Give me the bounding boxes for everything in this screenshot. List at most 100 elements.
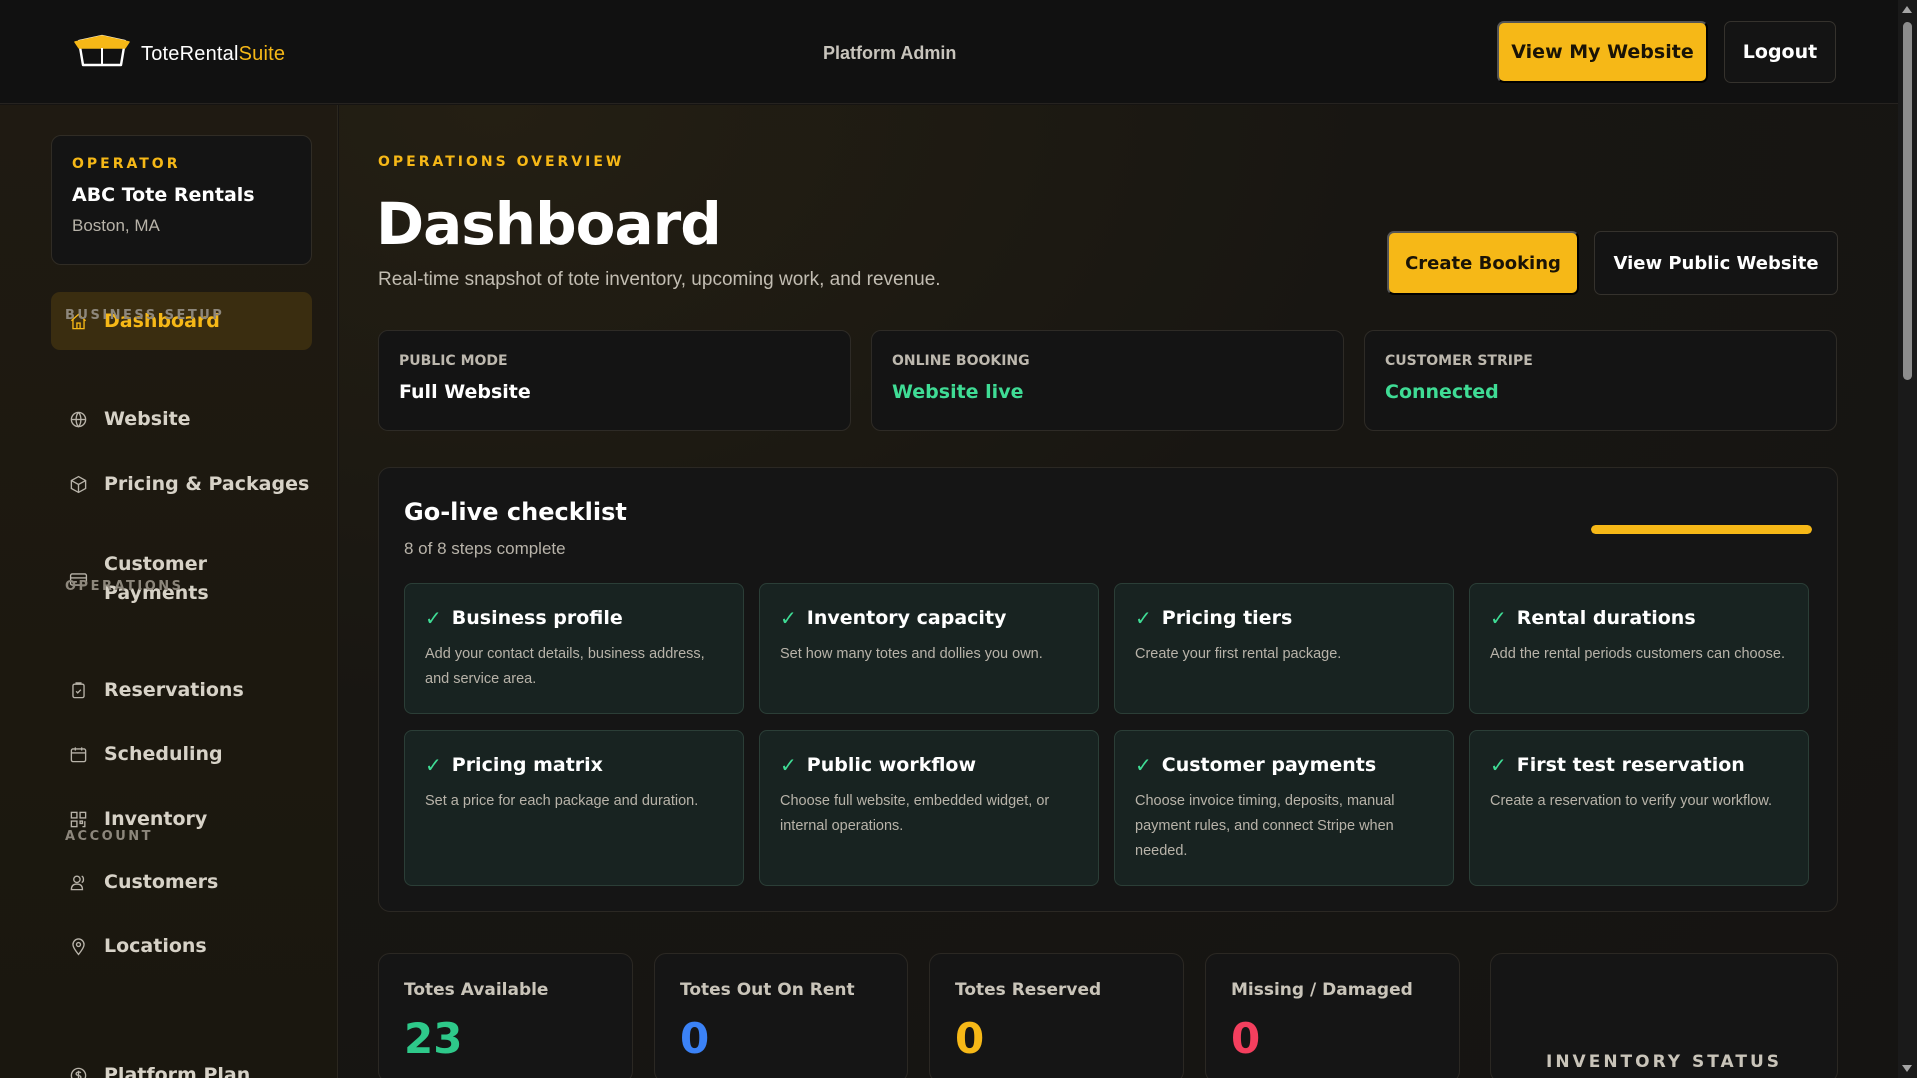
- checklist-title: Go-live checklist: [404, 498, 627, 526]
- metric-totes-reserved: Totes Reserved 0: [929, 953, 1184, 1078]
- checklist-step-customer-payments[interactable]: ✓ Customer payments Choose invoice timing…: [1114, 730, 1454, 886]
- step-title: Pricing tiers: [1161, 607, 1293, 629]
- status-kicker: PUBLIC MODE: [399, 353, 508, 369]
- check-icon: ✓: [1490, 753, 1507, 777]
- clipboard-check-icon: [68, 681, 88, 701]
- page-scrollbar[interactable]: [1898, 0, 1917, 1078]
- status-value: Website live: [892, 381, 1024, 403]
- status-card-customer-stripe: CUSTOMER STRIPE Connected: [1364, 330, 1837, 431]
- check-icon: ✓: [780, 753, 797, 777]
- status-kicker: ONLINE BOOKING: [892, 353, 1030, 369]
- checklist-step-business-profile[interactable]: ✓ Business profile Add your contact detai…: [404, 583, 744, 714]
- sidebar-item-label: Website: [104, 408, 191, 430]
- checklist-step-rental-durations[interactable]: ✓ Rental durations Add the rental periods…: [1469, 583, 1809, 714]
- step-title: Public workflow: [806, 754, 977, 776]
- checklist-subtitle: 8 of 8 steps complete: [404, 539, 566, 558]
- sidebar-item-pricing-packages[interactable]: Pricing & Packages: [51, 470, 312, 499]
- check-icon: ✓: [780, 606, 797, 630]
- checklist-step-first-test-reservation[interactable]: ✓ First test reservation Create a reserva…: [1469, 730, 1809, 886]
- package-icon: [68, 475, 88, 495]
- metric-label: Totes Out On Rent: [680, 980, 855, 1000]
- check-icon: ✓: [1490, 606, 1507, 630]
- view-my-website-button[interactable]: View My Website: [1497, 21, 1708, 83]
- step-title: Inventory capacity: [806, 607, 1007, 629]
- role-label: Platform Admin: [823, 43, 957, 63]
- users-icon: [68, 873, 88, 893]
- metric-label: Totes Reserved: [955, 980, 1102, 1000]
- sidebar-item-locations[interactable]: Locations: [51, 932, 312, 961]
- brand-logo[interactable]: ToteRentalSuite: [73, 33, 285, 76]
- step-title: Customer payments: [1161, 754, 1377, 776]
- metric-value: 0: [955, 1014, 985, 1063]
- brand-accent: Suite: [238, 43, 286, 65]
- metric-totes-out-on-rent: Totes Out On Rent 0: [654, 953, 908, 1078]
- globe-icon: [68, 410, 88, 430]
- sidebar-item-label: Platform Plan: [104, 1064, 251, 1078]
- checklist-step-public-workflow[interactable]: ✓ Public workflow Choose full website, em…: [759, 730, 1099, 886]
- check-icon: ✓: [425, 753, 442, 777]
- operator-name: ABC Tote Rentals: [72, 184, 255, 206]
- scrollbar-thumb[interactable]: [1903, 22, 1912, 380]
- qr-code-icon: [68, 810, 88, 830]
- sidebar-item-label: Pricing & Packages: [104, 473, 310, 495]
- step-description: Create a reservation to verify your work…: [1490, 793, 1773, 809]
- metric-value: 0: [680, 1014, 710, 1063]
- check-icon: ✓: [1135, 606, 1152, 630]
- sidebar-item-website[interactable]: Website: [51, 405, 312, 434]
- step-description: Create your first rental package.: [1135, 646, 1342, 662]
- view-public-website-button[interactable]: View Public Website: [1594, 231, 1838, 295]
- status-value: Connected: [1385, 381, 1499, 403]
- status-kicker: CUSTOMER STRIPE: [1385, 353, 1533, 369]
- metric-missing-damaged: Missing / Damaged 0: [1205, 953, 1460, 1078]
- check-icon: ✓: [425, 606, 442, 630]
- section-label-account: ACCOUNT: [65, 829, 153, 844]
- status-card-public-mode: PUBLIC MODE Full Website: [378, 330, 851, 431]
- step-description: Set a price for each package and duratio…: [425, 793, 699, 809]
- sidebar-item-label: Customers: [104, 871, 219, 893]
- sidebar: OPERATOR ABC Tote Rentals Boston, MA Das…: [0, 105, 338, 1078]
- step-description: Choose full website, embedded widget, or…: [780, 793, 1050, 834]
- step-title: Business profile: [451, 607, 623, 629]
- sidebar-item-reservations[interactable]: Reservations: [51, 676, 312, 705]
- section-label-business-setup: BUSINESS SETUP: [65, 308, 225, 323]
- sidebar-item-label: Reservations: [104, 679, 244, 701]
- operator-card: OPERATOR ABC Tote Rentals Boston, MA: [51, 135, 312, 265]
- map-pin-icon: [68, 937, 88, 957]
- step-description: Add the rental periods customers can cho…: [1490, 646, 1785, 662]
- metric-totes-available: Totes Available 23: [378, 953, 633, 1078]
- logout-button[interactable]: Logout: [1724, 21, 1836, 83]
- section-label-operations: OPERATIONS: [65, 579, 184, 594]
- step-title: Rental durations: [1516, 607, 1696, 629]
- page-title: Dashboard: [376, 190, 722, 258]
- page-subtitle: Real-time snapshot of tote inventory, up…: [378, 269, 941, 290]
- step-description: Set how many totes and dollies you own.: [780, 646, 1043, 662]
- checklist-step-pricing-tiers[interactable]: ✓ Pricing tiers Create your first rental …: [1114, 583, 1454, 714]
- page-kicker: OPERATIONS OVERVIEW: [378, 154, 625, 170]
- status-value: Full Website: [399, 381, 531, 403]
- metric-value: 0: [1231, 1014, 1261, 1063]
- check-icon: ✓: [1135, 753, 1152, 777]
- operator-location: Boston, MA: [72, 216, 160, 235]
- operator-kicker: OPERATOR: [72, 156, 181, 172]
- dollar-circle-icon: [68, 1066, 88, 1078]
- sidebar-item-label: Scheduling: [104, 743, 223, 765]
- scroll-up-arrow-icon[interactable]: [1902, 6, 1912, 13]
- main-content: OPERATIONS OVERVIEW Dashboard Real-time …: [339, 105, 1898, 1078]
- checklist-progress-fill: [1591, 525, 1812, 534]
- checklist-step-inventory-capacity[interactable]: ✓ Inventory capacity Set how many totes a…: [759, 583, 1099, 714]
- checklist-step-pricing-matrix[interactable]: ✓ Pricing matrix Set a price for each pac…: [404, 730, 744, 886]
- calendar-icon: [68, 745, 88, 765]
- sidebar-item-platform-plan[interactable]: Platform Plan: [51, 1061, 312, 1078]
- inventory-status-card: INVENTORY STATUS: [1490, 953, 1838, 1078]
- go-live-checklist: Go-live checklist 8 of 8 steps complete …: [378, 467, 1838, 912]
- sidebar-item-scheduling[interactable]: Scheduling: [51, 740, 312, 769]
- inventory-status-label: INVENTORY STATUS: [1546, 1052, 1782, 1072]
- checklist-progress-bar: [1591, 525, 1812, 534]
- sidebar-item-customers[interactable]: Customers: [51, 868, 312, 897]
- metric-label: Totes Available: [404, 980, 549, 1000]
- step-title: First test reservation: [1516, 754, 1745, 776]
- create-booking-button[interactable]: Create Booking: [1387, 231, 1579, 295]
- scroll-down-arrow-icon[interactable]: [1902, 1065, 1912, 1072]
- step-title: Pricing matrix: [451, 754, 603, 776]
- sidebar-item-label: Locations: [104, 935, 207, 957]
